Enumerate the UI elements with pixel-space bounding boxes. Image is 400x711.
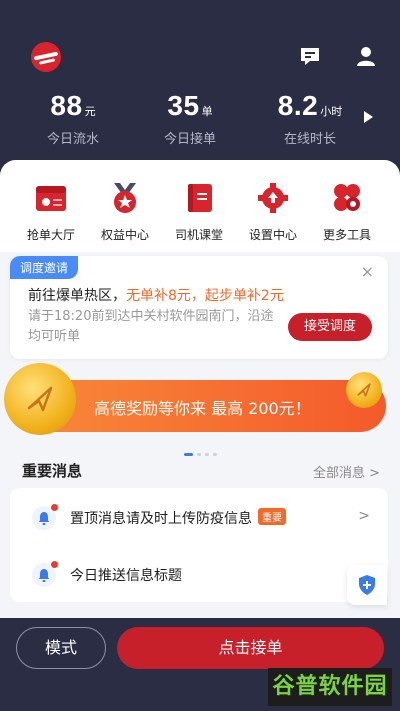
important-badge: 重要	[258, 508, 286, 525]
stat-online-time: 8.2 小时 在线时长	[250, 90, 370, 147]
message-text: 置顶消息请及时上传防疫信息 重要	[70, 508, 286, 528]
brand-logo	[31, 42, 61, 72]
invite-title: 前往爆单热区，无单补8元，起步单补2元	[28, 285, 284, 305]
gear-icon	[258, 183, 288, 213]
message-icon[interactable]	[298, 44, 322, 68]
stat-unit: 小时	[320, 105, 343, 118]
close-icon[interactable]: ×	[361, 262, 374, 281]
dispatch-invite-card: 调度邀请 × 前往爆单热区，无单补8元，起步单补2元 请于18:20前到达中关村…	[10, 256, 388, 359]
tool-order-hall[interactable]: 抢单大厅	[16, 182, 86, 243]
invite-title-prefix: 前往爆单热区，	[28, 288, 126, 304]
play-icon[interactable]	[364, 111, 373, 123]
main-panel: 抢单大厅 权益中心 司机课堂 设置中心 更多工具 调度邀请 × 前往爆单热区，无…	[0, 160, 400, 630]
unread-dot	[51, 504, 58, 511]
medal-icon	[114, 183, 136, 213]
message-title: 今日推送信息标题	[70, 568, 182, 584]
invite-tag: 调度邀请	[10, 256, 79, 279]
bell-icon	[32, 561, 58, 587]
stat-value: 35	[167, 90, 200, 121]
more-tools-icon	[334, 184, 360, 211]
unread-dot	[51, 561, 58, 568]
stat-income: 88 元 今日流水	[13, 90, 133, 147]
messages-list: 置顶消息请及时上传防疫信息 重要 > 今日推送信息标题	[10, 488, 388, 602]
stat-orders: 35 单 今日接单	[130, 90, 250, 147]
list-item[interactable]: 今日推送信息标题	[10, 545, 388, 602]
pagination-dot[interactable]	[197, 453, 201, 456]
tool-label: 抢单大厅	[26, 228, 75, 242]
tool-label: 司机课堂	[174, 228, 223, 242]
pagination-dot[interactable]	[205, 453, 209, 456]
accept-orders-button[interactable]: 点击接单	[117, 627, 384, 669]
tool-classroom[interactable]: 司机课堂	[164, 182, 234, 243]
book-icon	[188, 184, 212, 212]
pagination-dot[interactable]	[213, 453, 217, 456]
header: 88 元 今日流水 35 单 今日接单 8.2 小时 在线时长	[0, 0, 400, 180]
accept-dispatch-button[interactable]: 接受调度	[288, 313, 372, 341]
bell-icon	[32, 504, 58, 530]
tool-more[interactable]: 更多工具	[312, 182, 382, 243]
stat-label: 在线时长	[283, 132, 336, 147]
all-messages-link[interactable]: 全部消息 >	[313, 462, 380, 481]
user-icon[interactable]	[354, 44, 378, 68]
list-item[interactable]: 置顶消息请及时上传防疫信息 重要 >	[10, 488, 388, 545]
invite-title-highlight: 无单补8元，起步单补2元	[126, 288, 284, 304]
safety-shield-button[interactable]	[347, 565, 387, 605]
tool-label: 权益中心	[100, 228, 149, 242]
watermark: 谷普软件园	[268, 668, 392, 706]
mode-button[interactable]: 模式	[16, 627, 106, 669]
messages-title: 重要消息	[22, 462, 83, 480]
tool-label: 设置中心	[248, 228, 297, 242]
tool-settings[interactable]: 设置中心	[238, 182, 308, 243]
stats-row: 88 元 今日流水 35 单 今日接单 8.2 小时 在线时长	[0, 90, 400, 150]
stat-unit: 单	[201, 105, 213, 118]
tool-label: 更多工具	[322, 228, 371, 242]
banner-text: 高德奖励等你来 最高 200元！	[94, 399, 311, 418]
stat-value: 88	[50, 90, 83, 121]
coin-icon	[4, 363, 76, 435]
pagination-dot[interactable]	[184, 453, 193, 456]
stat-label: 今日流水	[46, 132, 99, 147]
stat-value: 8.2	[277, 90, 319, 121]
coin-icon	[346, 372, 382, 408]
shield-icon	[359, 575, 375, 595]
tool-grid: 抢单大厅 权益中心 司机课堂 设置中心 更多工具	[0, 160, 400, 252]
stat-unit: 元	[84, 105, 96, 118]
order-hall-icon	[36, 186, 66, 211]
message-title: 置顶消息请及时上传防疫信息	[70, 511, 252, 527]
chevron-right-icon: >	[358, 508, 370, 524]
tool-benefits[interactable]: 权益中心	[90, 182, 160, 243]
invite-description: 请于18:20前到达中关村软件园南门，沿途均可听单	[28, 309, 274, 344]
stat-label: 今日接单	[163, 132, 216, 147]
banner-pagination	[184, 441, 221, 460]
